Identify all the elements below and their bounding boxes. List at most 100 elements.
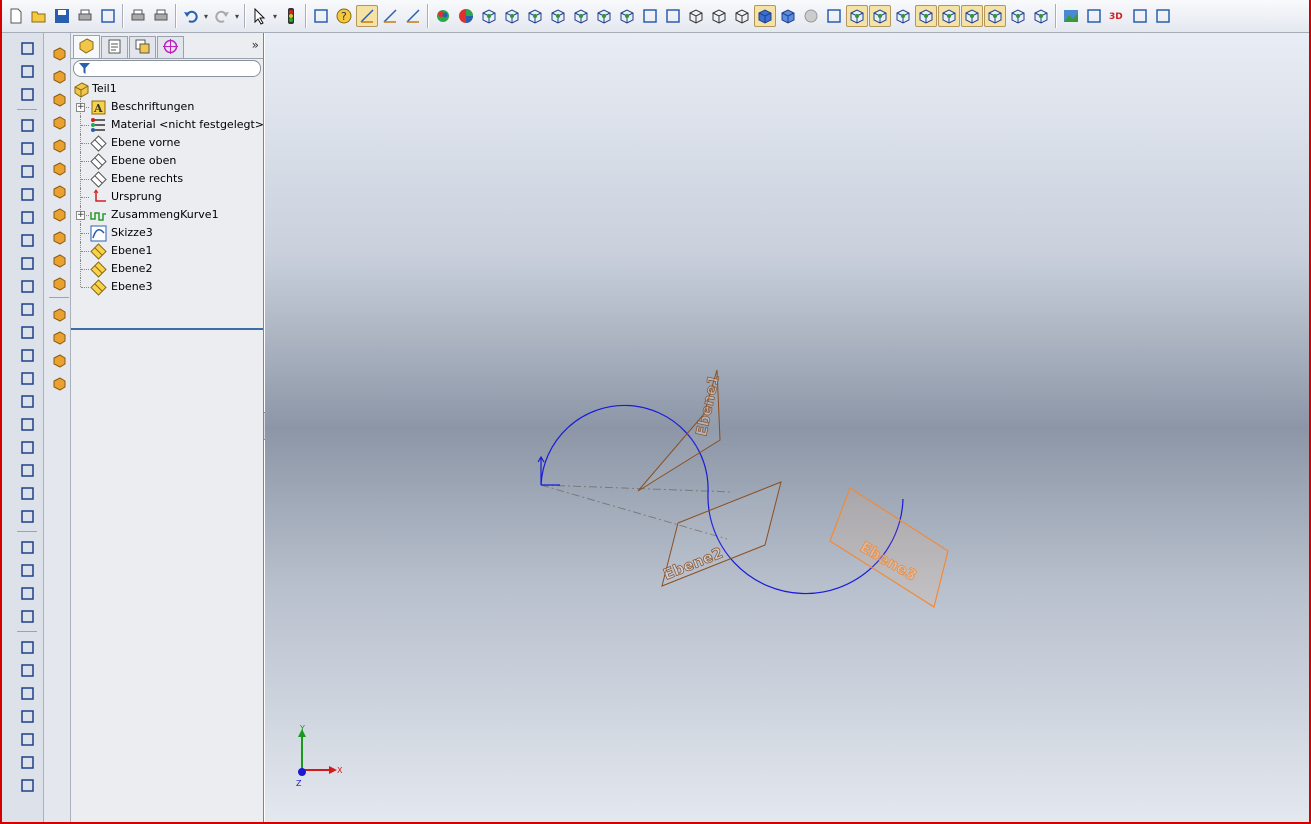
shadows-button[interactable]: [823, 5, 845, 27]
print-preview-button[interactable]: [150, 5, 172, 27]
view-iso-button[interactable]: [616, 5, 638, 27]
spline-on-surface-tool[interactable]: [16, 459, 38, 481]
point-tool[interactable]: [16, 482, 38, 504]
properties-button[interactable]: [310, 5, 332, 27]
circle-tool[interactable]: [16, 183, 38, 205]
lofted-boss-tool[interactable]: [48, 110, 70, 132]
sketch-tool[interactable]: [16, 37, 38, 59]
line-tool[interactable]: [16, 114, 38, 136]
photoworks-button[interactable]: [1083, 5, 1105, 27]
rib-tool[interactable]: [48, 225, 70, 247]
realview-button[interactable]: [800, 5, 822, 27]
dropdown-arrow-icon[interactable]: ▾: [271, 5, 279, 27]
feature-tree-filter[interactable]: [73, 60, 261, 77]
tangent-arc-tool[interactable]: [16, 275, 38, 297]
property-manager-tab[interactable]: [101, 36, 128, 58]
dropdown-arrow-icon[interactable]: ▾: [233, 5, 241, 27]
view-right-button[interactable]: [547, 5, 569, 27]
undo-button[interactable]: [180, 5, 202, 27]
trim-tool[interactable]: [16, 705, 38, 727]
smart-dimension-tool[interactable]: [16, 83, 38, 105]
appearance-button[interactable]: [432, 5, 454, 27]
extruded-boss-tool[interactable]: [48, 41, 70, 63]
3d-content-button[interactable]: 3D: [1106, 5, 1128, 27]
rollback-bar[interactable]: [71, 328, 263, 330]
tree-item[interactable]: Ebene vorne: [71, 134, 263, 152]
display-relations-tool[interactable]: [16, 605, 38, 627]
move-entities-tool[interactable]: [16, 659, 38, 681]
view-front-button[interactable]: [478, 5, 500, 27]
swept-boss-tool[interactable]: [48, 87, 70, 109]
reference-point-tool[interactable]: [48, 348, 70, 370]
new-button[interactable]: [5, 5, 27, 27]
sketch-button[interactable]: [355, 5, 378, 27]
view-origins-button[interactable]: [892, 5, 914, 27]
view-relations-button[interactable]: [1030, 5, 1052, 27]
reference-axis-tool[interactable]: [48, 325, 70, 347]
feature-tree-tab[interactable]: [73, 35, 100, 58]
redo-button[interactable]: [211, 5, 233, 27]
shaded-button[interactable]: [777, 5, 799, 27]
ellipse-tool[interactable]: [16, 229, 38, 251]
view-planes-button[interactable]: [845, 5, 868, 27]
hidden-lines-removed-button[interactable]: [731, 5, 753, 27]
traffic-light-button[interactable]: [280, 5, 302, 27]
view-sketches-button[interactable]: [983, 5, 1006, 27]
shaded-with-edges-button[interactable]: [753, 5, 776, 27]
partial-ellipse-tool[interactable]: [16, 252, 38, 274]
tree-item[interactable]: Ebene1: [71, 242, 263, 260]
centerline-tool[interactable]: [16, 367, 38, 389]
view-curves-button[interactable]: [960, 5, 983, 27]
repair-sketch-tool[interactable]: [16, 636, 38, 658]
view-coordinate-button[interactable]: [914, 5, 937, 27]
panel-expand-icon[interactable]: »: [252, 38, 259, 52]
view-top-button[interactable]: [570, 5, 592, 27]
color-button[interactable]: [455, 5, 477, 27]
section-view-button[interactable]: [662, 5, 684, 27]
rebuild-button[interactable]: [97, 5, 119, 27]
rectangle-tool[interactable]: [16, 137, 38, 159]
fillet-tool[interactable]: [16, 321, 38, 343]
draft-tool[interactable]: [48, 248, 70, 270]
help-button[interactable]: ?: [333, 5, 355, 27]
linear-pattern-tool[interactable]: [16, 536, 38, 558]
slot-tool[interactable]: [16, 160, 38, 182]
tree-item[interactable]: Ebene oben: [71, 152, 263, 170]
perimeter-circle-tool[interactable]: [16, 206, 38, 228]
expand-icon[interactable]: +: [76, 103, 85, 112]
save-button[interactable]: [51, 5, 73, 27]
view-bottom-button[interactable]: [593, 5, 615, 27]
add-relation-tool[interactable]: [16, 582, 38, 604]
boundary-boss-tool[interactable]: [48, 133, 70, 155]
expand-icon[interactable]: +: [76, 211, 85, 220]
view-dimensions-button[interactable]: [1007, 5, 1029, 27]
tree-item[interactable]: Ebene2: [71, 260, 263, 278]
delete-face-tool[interactable]: [48, 371, 70, 393]
view-left-button[interactable]: [524, 5, 546, 27]
offset-tool[interactable]: [16, 682, 38, 704]
toolbox-button[interactable]: [1129, 5, 1151, 27]
centerpoint-slot-tool[interactable]: [16, 413, 38, 435]
smart-dimension-button[interactable]: [379, 5, 401, 27]
dimension-chain-tool[interactable]: [16, 751, 38, 773]
plane-ebene2[interactable]: Ebene2: [660, 481, 782, 587]
graphics-area[interactable]: Ebene1 Ebene2 Ebene3 Y X Z: [265, 33, 1309, 822]
view-points-button[interactable]: [937, 5, 960, 27]
select-button[interactable]: [249, 5, 271, 27]
tree-item[interactable]: Ebene3: [71, 278, 263, 296]
print-button[interactable]: [127, 5, 149, 27]
tree-item[interactable]: Ursprung: [71, 188, 263, 206]
straight-slot-tool[interactable]: [16, 390, 38, 412]
text-tool[interactable]: [16, 728, 38, 750]
plane-ebene3[interactable]: Ebene3: [829, 487, 949, 608]
dimxpert-button[interactable]: [1152, 5, 1174, 27]
dimxpert-tab[interactable]: [157, 36, 184, 58]
block-tool[interactable]: [16, 774, 38, 796]
wireframe-button[interactable]: [685, 5, 707, 27]
configuration-manager-tab[interactable]: [129, 36, 156, 58]
normal-to-button[interactable]: [639, 5, 661, 27]
open-button[interactable]: [28, 5, 50, 27]
3d-sketch-tool[interactable]: [16, 60, 38, 82]
spline-tool[interactable]: [16, 436, 38, 458]
tree-item[interactable]: Material <nicht festgelegt>: [71, 116, 264, 134]
